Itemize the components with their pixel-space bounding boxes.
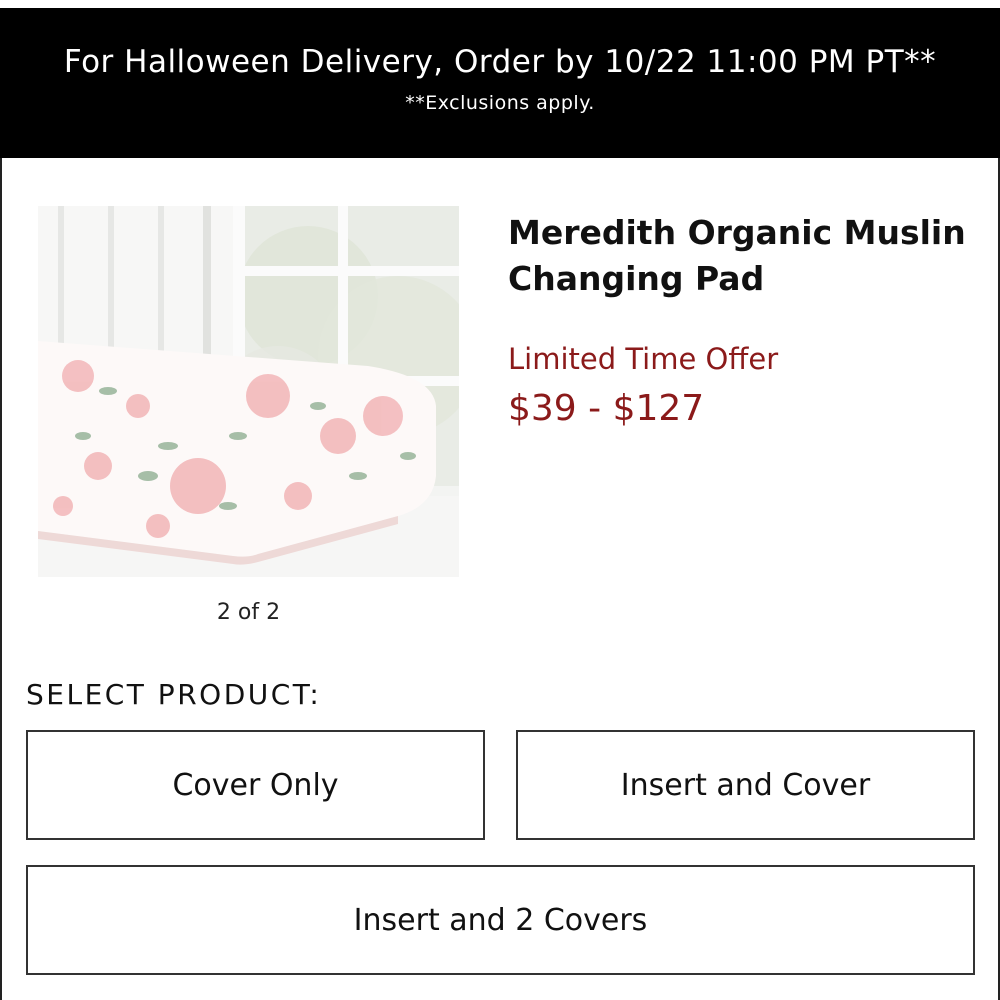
product-page: For Halloween Delivery, Order by 10/22 1… xyxy=(0,0,1000,1000)
product-title: Meredith Organic Muslin Changing Pad xyxy=(508,210,978,302)
option-label: Insert and Cover xyxy=(620,767,871,803)
image-counter: 2 of 2 xyxy=(216,600,281,625)
promo-exclusions: **Exclusions apply. xyxy=(405,92,595,114)
option-insert-and-cover-button[interactable]: Insert and Cover xyxy=(516,730,975,840)
select-product-label: SELECT PRODUCT: xyxy=(26,678,322,711)
price-range: $39 - $127 xyxy=(508,388,705,429)
promo-banner[interactable]: For Halloween Delivery, Order by 10/22 1… xyxy=(0,8,1000,158)
option-label: Cover Only xyxy=(172,767,339,803)
option-insert-and-2-covers-button[interactable]: Insert and 2 Covers xyxy=(26,865,975,975)
top-edge xyxy=(0,0,1000,8)
option-label: Insert and 2 Covers xyxy=(353,902,648,938)
left-border xyxy=(0,158,2,1000)
option-cover-only-button[interactable]: Cover Only xyxy=(26,730,485,840)
product-title-line-2: Changing Pad xyxy=(508,259,765,298)
product-image[interactable] xyxy=(38,206,459,577)
promo-headline: For Halloween Delivery, Order by 10/22 1… xyxy=(63,44,937,80)
product-title-line-1: Meredith Organic Muslin xyxy=(508,213,966,252)
offer-label: Limited Time Offer xyxy=(508,342,779,376)
